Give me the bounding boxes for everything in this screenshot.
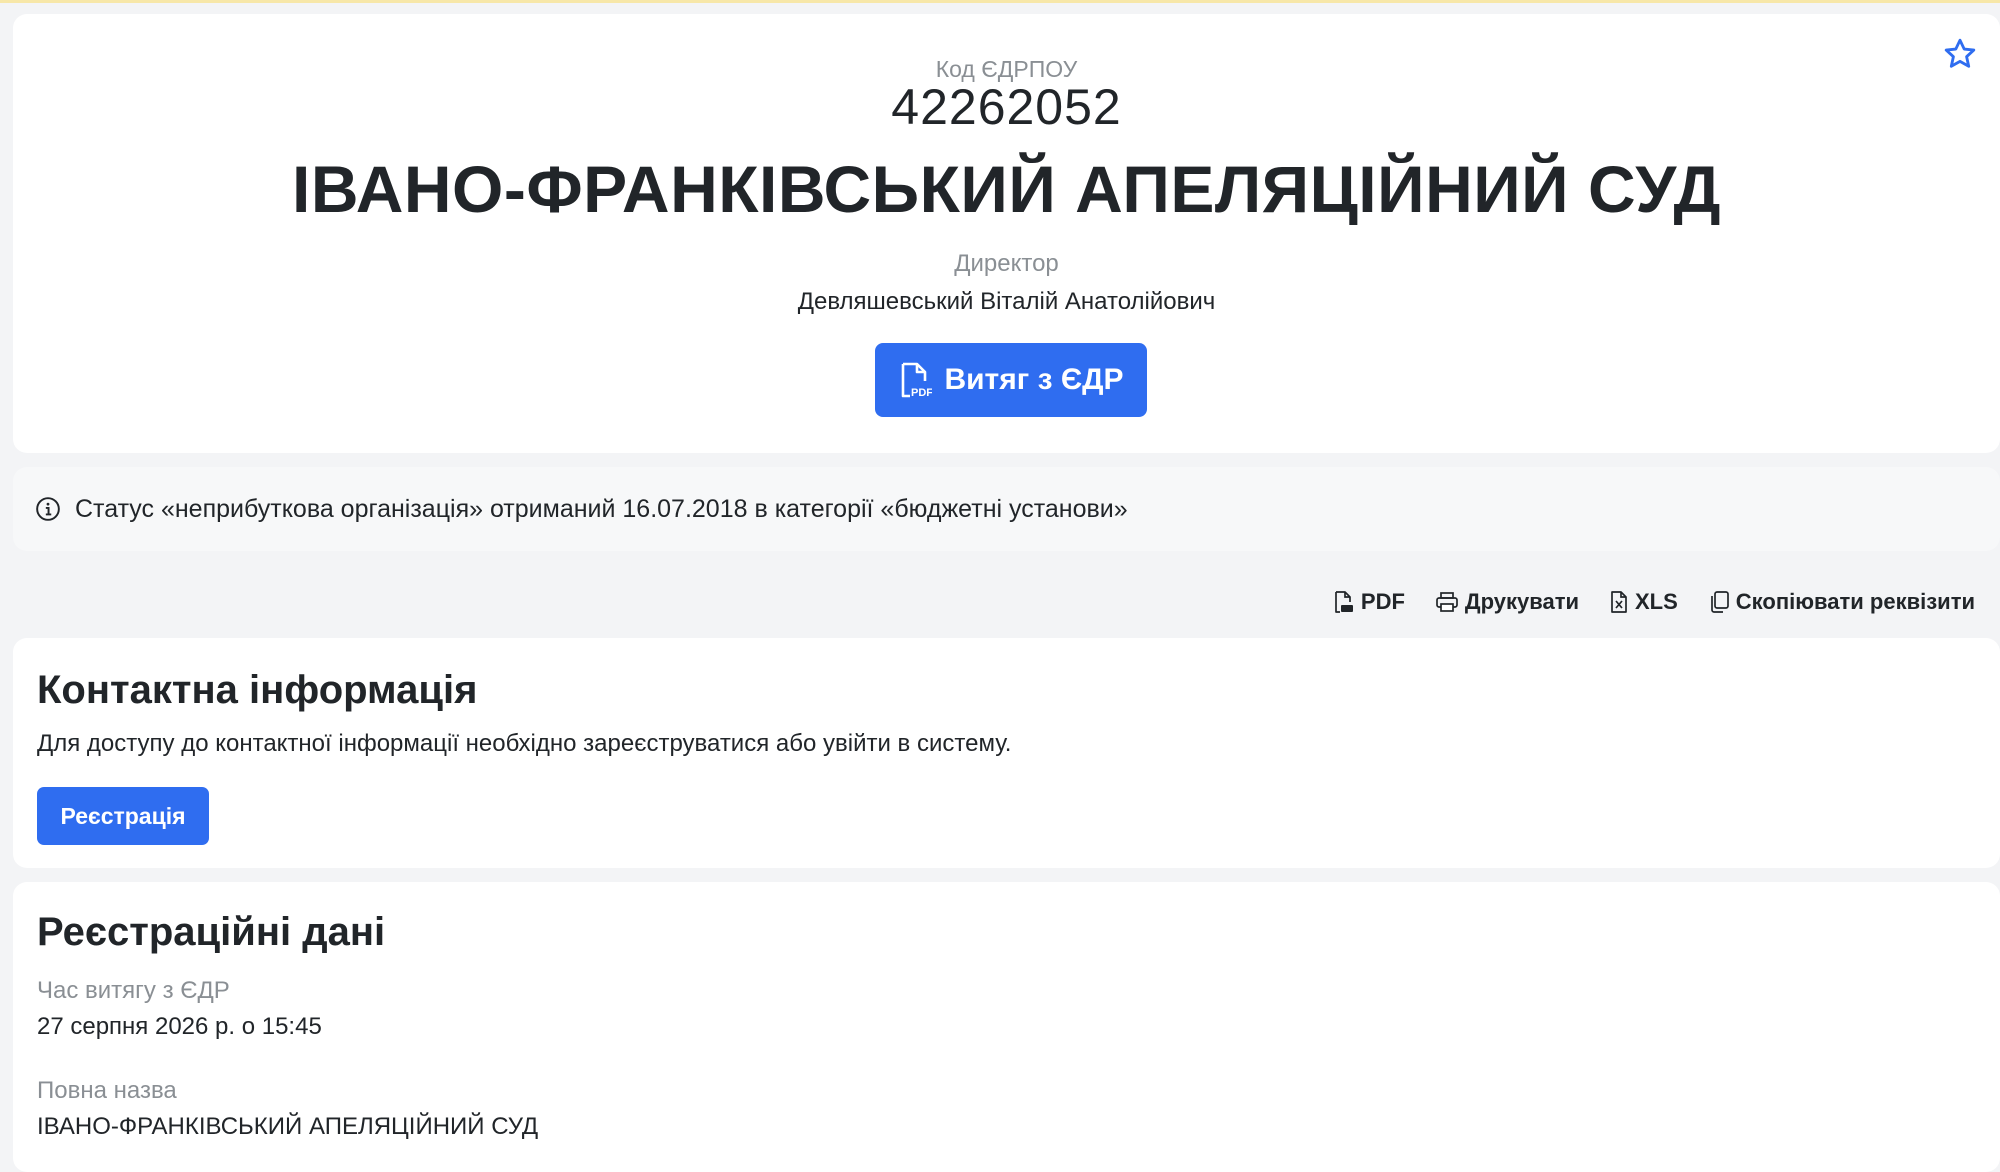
star-icon[interactable] xyxy=(1942,36,1978,72)
copy-details-label: Скопіювати реквізити xyxy=(1735,589,1975,614)
register-button[interactable]: Реєстрація xyxy=(37,787,209,845)
page-title: ІВАНО-ФРАНКІВСЬКИЙ АПЕЛЯЦІЙНИЙ СУД xyxy=(292,152,1721,226)
pdf-badge-text: PDF xyxy=(911,387,932,399)
contact-section-title: Контактна інформація xyxy=(37,668,478,712)
printer-icon xyxy=(1436,592,1458,612)
pdf-export-button[interactable]: PDF xyxy=(1333,589,1405,615)
edrpou-code: 42262052 xyxy=(891,79,1122,135)
xls-export-button[interactable]: XLS xyxy=(1609,589,1678,615)
pdf-file-icon xyxy=(1335,591,1353,613)
full-name-value: ІВАНО-ФРАНКІВСЬКИЙ АПЕЛЯЦІЙНИЙ СУД xyxy=(37,1113,539,1140)
extract-time-label: Час витягу з ЄДР xyxy=(37,977,230,1004)
status-banner: Статус «неприбуткова організація» отрима… xyxy=(13,467,2000,551)
contact-access-text: Для доступу до контактної інформації нео… xyxy=(37,730,1012,757)
director-name: Девляшевський Віталій Анатолійович xyxy=(797,288,1216,315)
xls-export-label: XLS xyxy=(1635,589,1678,614)
xls-file-icon xyxy=(1611,591,1627,613)
export-toolbar: PDF Друкувати XLS Скопіювати реквізити xyxy=(1333,584,1975,620)
registration-section-title: Реєстраційні дані xyxy=(37,910,386,954)
status-text: Статус «неприбуткова організація» отрима… xyxy=(75,494,1128,523)
extract-time-value: 27 серпня 2026 р. о 15:45 xyxy=(37,1013,322,1040)
copy-icon xyxy=(1710,591,1729,613)
registration-data-card: Реєстраційні дані Час витягу з ЄДР 27 се… xyxy=(13,882,2000,1172)
print-button[interactable]: Друкувати xyxy=(1435,589,1579,615)
info-icon xyxy=(36,497,60,521)
pdf-export-label: PDF xyxy=(1360,589,1405,614)
contact-info-card: Контактна інформація Для доступу до конт… xyxy=(13,638,2000,868)
pdf-file-icon: PDF xyxy=(902,362,932,399)
company-header-card: Код ЄДРПОУ 42262052 ІВАНО-ФРАНКІВСЬКИЙ А… xyxy=(13,14,2000,453)
edr-extract-button[interactable]: PDF Витяг з ЄДР xyxy=(875,343,1147,417)
copy-details-button[interactable]: Скопіювати реквізити xyxy=(1708,589,1975,615)
director-label: Директор xyxy=(954,250,1059,277)
full-name-label: Повна назва xyxy=(37,1077,177,1104)
print-label: Друкувати xyxy=(1464,589,1579,614)
edr-extract-label: Витяг з ЄДР xyxy=(944,363,1124,396)
top-accent-strip xyxy=(0,0,2000,3)
